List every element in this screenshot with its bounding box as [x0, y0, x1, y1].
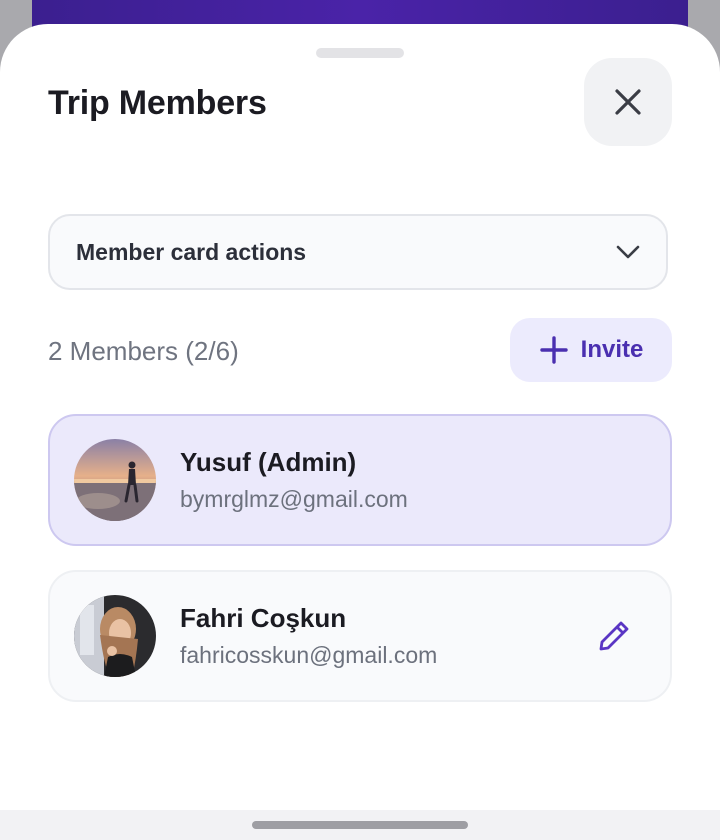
member-name: Fahri Coşkun — [180, 603, 347, 633]
member-card-admin[interactable]: Yusuf (Admin) bymrglmz@gmail.com — [48, 414, 672, 546]
members-count: 2 Members (2/6) — [48, 336, 239, 366]
plus-icon — [539, 336, 568, 364]
member-card[interactable]: Fahri Coşkun fahricosskun@gmail.com — [48, 570, 672, 702]
member-name: Yusuf (Admin) — [180, 447, 357, 477]
member-email: bymrglmz@gmail.com — [180, 486, 408, 512]
member-card-actions-dropdown[interactable]: Member card actions — [48, 214, 668, 290]
trip-members-sheet: Trip Members Member card actions 2 Membe… — [0, 24, 720, 810]
system-navigation-bar — [0, 810, 720, 840]
member-email: fahricosskun@gmail.com — [180, 642, 438, 668]
pencil-icon — [599, 621, 629, 651]
close-button[interactable] — [584, 58, 672, 146]
edit-member-button[interactable] — [586, 608, 642, 664]
home-indicator[interactable] — [252, 821, 468, 829]
dropdown-label: Member card actions — [76, 238, 307, 265]
chevron-down-icon — [616, 245, 640, 259]
invite-label: Invite — [580, 336, 644, 363]
avatar — [74, 439, 156, 521]
sheet-title: Trip Members — [48, 84, 267, 122]
close-icon — [615, 89, 641, 115]
invite-button[interactable]: Invite — [510, 318, 672, 382]
avatar — [74, 595, 156, 677]
app-screen: Trip Members Member card actions 2 Membe… — [0, 0, 720, 840]
drag-handle[interactable] — [316, 48, 404, 58]
